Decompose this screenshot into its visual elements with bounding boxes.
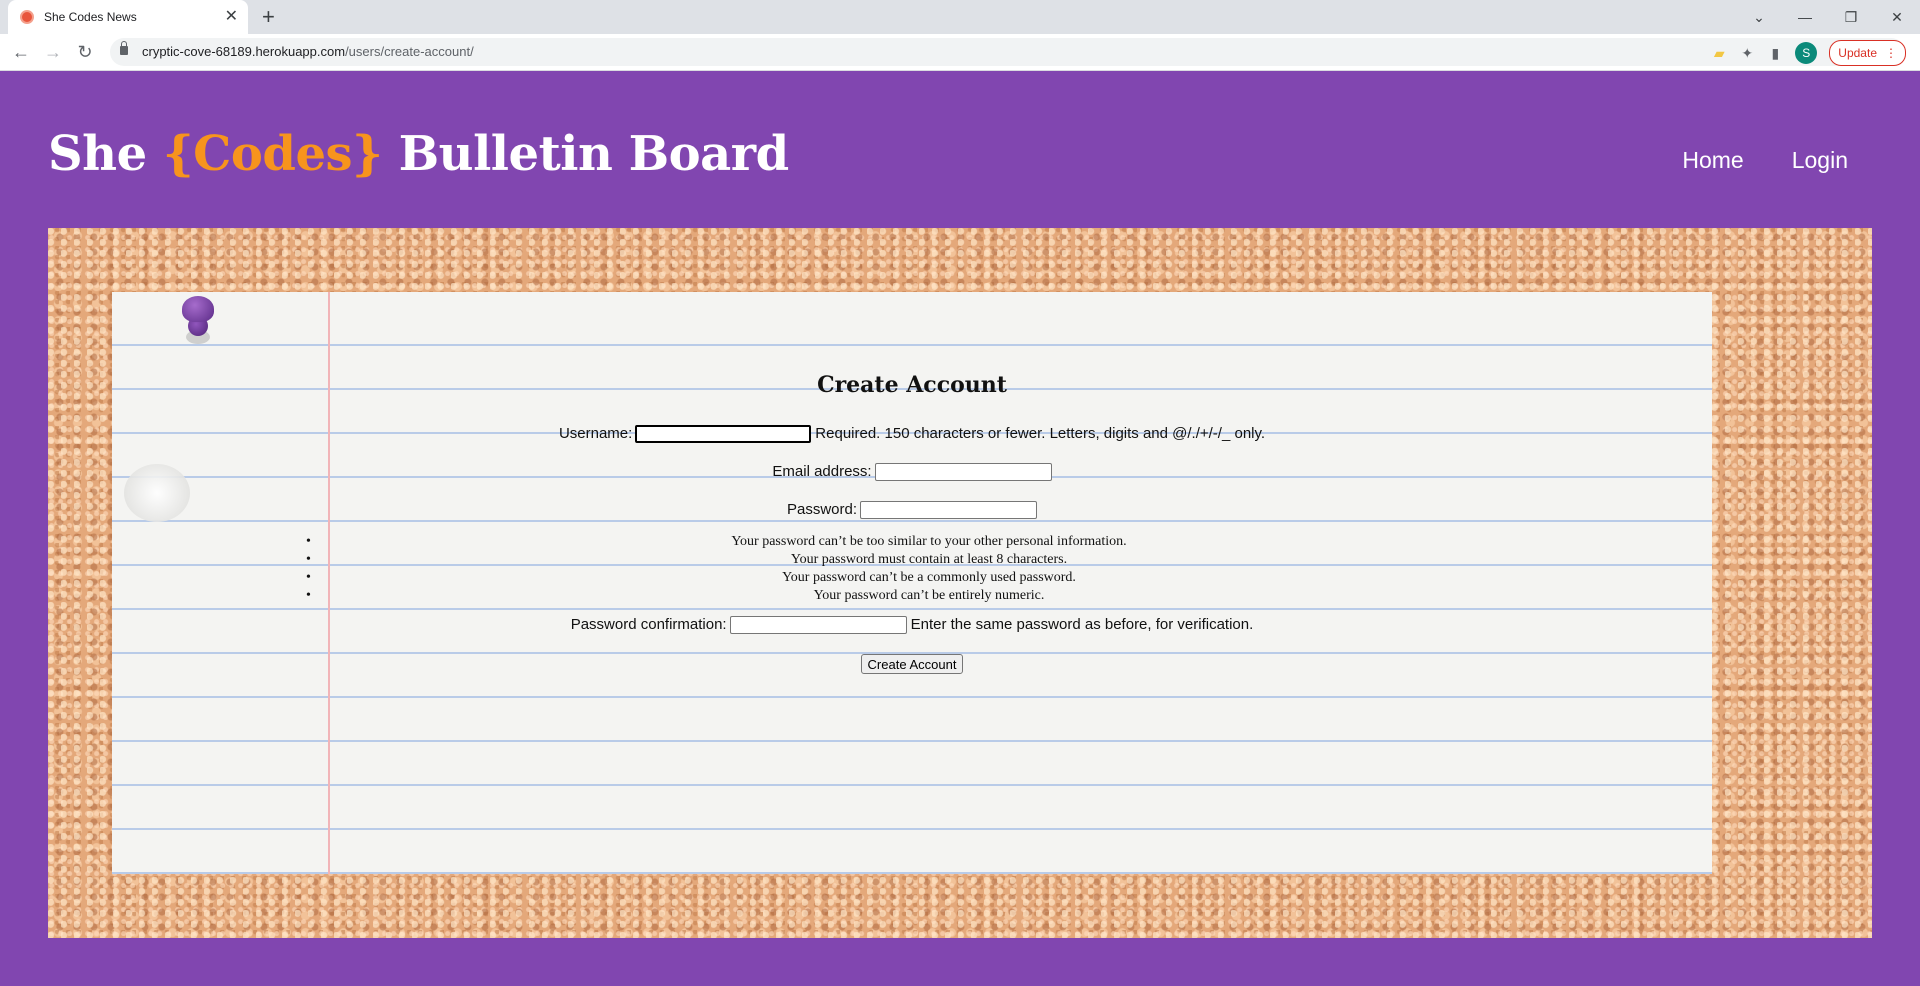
url-text[interactable]: cryptic-cove-68189.herokuapp.com/users/c… [142, 44, 474, 59]
url-path: /users/create-account/ [345, 44, 474, 59]
password-confirm-row: Password confirmation: Enter the same pas… [112, 616, 1712, 635]
push-pin-icon [180, 296, 216, 348]
email-input[interactable] [874, 463, 1052, 482]
profile-avatar[interactable]: S [1795, 42, 1818, 64]
list-item: • Your password must contain at least 8 c… [306, 552, 1068, 567]
username-input[interactable] [635, 425, 812, 444]
update-label: Update [1838, 46, 1877, 60]
list-item: • Your password can’t be too similar to y… [306, 534, 1127, 549]
back-icon[interactable]: ← [9, 41, 33, 63]
tab-title: She Codes News [44, 10, 137, 24]
form-title: Create Account [817, 372, 1007, 398]
extensions-puzzle-icon[interactable]: ✦ [1739, 45, 1755, 61]
title-suffix: Bulletin Board [382, 126, 790, 182]
email-label: Email address: [772, 463, 872, 480]
tab-search-icon[interactable]: ⌄ [1736, 0, 1782, 34]
list-item: • Your password can’t be entirely numeric… [306, 588, 1045, 603]
username-help: Required. 150 characters or fewer. Lette… [815, 425, 1266, 442]
favicon-icon [20, 10, 34, 24]
new-tab-icon[interactable]: + [262, 5, 275, 29]
forward-icon[interactable]: → [41, 41, 65, 63]
create-account-button[interactable]: Create Account [860, 654, 964, 674]
extension-notes-icon[interactable]: ▰ [1711, 45, 1727, 61]
title-prefix: She [48, 126, 163, 182]
password-rules-list: • Your password can’t be too similar to y… [112, 533, 1712, 605]
browser-toolbar: ← → ↻ cryptic-cove-68189.herokuapp.com/u… [0, 34, 1920, 71]
nav-home-link[interactable]: Home [1682, 147, 1743, 174]
email-row: Email address: [112, 463, 1712, 482]
username-row: Username: Required. 150 characters or few… [112, 425, 1712, 444]
address-bar[interactable]: cryptic-cove-68189.herokuapp.com/users/c… [110, 38, 1905, 66]
password-label: Password: [786, 501, 858, 518]
browser-tab[interactable]: She Codes News ✕ [8, 0, 248, 34]
password-input[interactable] [860, 501, 1038, 520]
page-body: She {Codes} Bulletin Board Home Login Cr… [0, 71, 1920, 986]
title-codes: {Codes} [162, 126, 383, 182]
corkboard: Create Account Username: Required. 150 ch… [48, 228, 1872, 938]
password-confirm-input[interactable] [729, 616, 907, 635]
username-label: Username: [558, 425, 633, 442]
close-tab-icon[interactable]: ✕ [225, 9, 238, 25]
notebook-paper: Create Account Username: Required. 150 ch… [112, 292, 1712, 874]
nav-login-link[interactable]: Login [1792, 147, 1848, 174]
site-title[interactable]: She {Codes} Bulletin Board [48, 126, 789, 182]
submit-row: Create Account [112, 654, 1712, 674]
lock-icon[interactable] [120, 41, 128, 55]
password-row: Password: [112, 501, 1712, 520]
url-host: cryptic-cove-68189.herokuapp.com [142, 44, 346, 59]
restore-icon[interactable]: ❐ [1828, 0, 1874, 34]
more-menu-icon: ⋮ [1885, 46, 1897, 60]
password-confirm-help: Enter the same password as before, for v… [910, 616, 1254, 633]
toolbar-right: ▰ ✦ ▮ S Update ⋮ [1711, 40, 1906, 66]
close-window-icon[interactable]: ✕ [1874, 0, 1920, 34]
reload-icon[interactable]: ↻ [73, 41, 97, 63]
side-panel-icon[interactable]: ▮ [1767, 45, 1783, 61]
browser-tab-bar: She Codes News ✕ + ⌄ — ❐ ✕ [0, 0, 1920, 34]
window-controls: ⌄ — ❐ ✕ [1736, 0, 1920, 34]
update-button[interactable]: Update ⋮ [1829, 40, 1906, 66]
password-confirm-label: Password confirmation: [570, 616, 727, 633]
list-item: • Your password can’t be a commonly used … [306, 570, 1076, 585]
main-nav: Home Login [1682, 147, 1848, 174]
minimize-icon[interactable]: — [1782, 0, 1828, 34]
